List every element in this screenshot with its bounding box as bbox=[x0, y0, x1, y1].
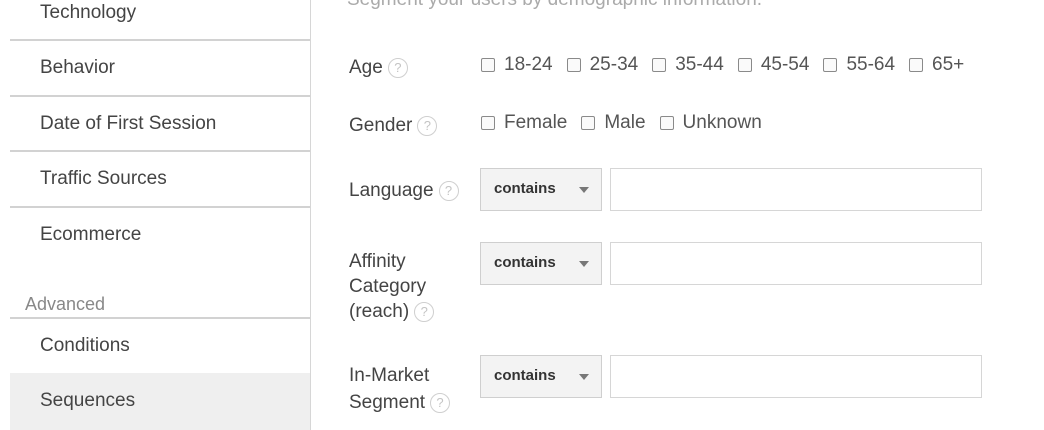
gender-option-unknown[interactable]: Unknown bbox=[659, 112, 762, 134]
gender-label-text: Gender bbox=[349, 115, 413, 136]
in-market-label-line1: In-Market bbox=[349, 365, 430, 386]
checkbox-label: 45-54 bbox=[760, 54, 810, 75]
help-icon[interactable]: ? bbox=[387, 57, 408, 78]
gender-label: Gender? bbox=[349, 113, 438, 138]
checkbox-label: 25-34 bbox=[589, 54, 639, 75]
sidebar-item-date-of-first-session[interactable]: Date of First Session bbox=[10, 113, 310, 135]
age-label: Age? bbox=[349, 55, 408, 80]
affinity-value-input[interactable] bbox=[610, 242, 982, 285]
checkbox[interactable] bbox=[737, 58, 752, 72]
sidebar-item-sequences[interactable]: Sequences bbox=[10, 390, 310, 412]
sidebar-item-traffic-sources[interactable]: Traffic Sources bbox=[10, 168, 310, 190]
select-value: contains bbox=[494, 180, 556, 197]
divider bbox=[10, 150, 310, 152]
chevron-down-icon bbox=[579, 374, 589, 380]
language-value-input[interactable] bbox=[610, 168, 982, 211]
section-label-advanced: Advanced bbox=[25, 294, 106, 314]
age-option-65-plus[interactable]: 65+ bbox=[909, 54, 964, 76]
help-icon[interactable]: ? bbox=[414, 301, 435, 322]
checkbox-label: 35-44 bbox=[675, 54, 724, 75]
checkbox-label: 18-24 bbox=[504, 54, 553, 75]
divider bbox=[10, 206, 310, 208]
checkbox-label: Unknown bbox=[682, 112, 762, 133]
age-label-text: Age bbox=[349, 57, 383, 78]
sidebar-item-conditions[interactable]: Conditions bbox=[10, 335, 310, 357]
sidebar-item-technology[interactable]: Technology bbox=[10, 2, 310, 24]
chevron-down-icon bbox=[579, 187, 589, 193]
checkbox[interactable] bbox=[481, 58, 495, 72]
affinity-category-label: Affinity Category (reach)? bbox=[349, 249, 435, 324]
affinity-label-line2: Category bbox=[349, 276, 427, 297]
gender-option-male[interactable]: Male bbox=[581, 112, 646, 134]
in-market-label-line2: Segment bbox=[349, 392, 426, 413]
help-icon[interactable]: ? bbox=[438, 180, 459, 201]
select-value: contains bbox=[494, 367, 556, 384]
help-icon[interactable]: ? bbox=[430, 392, 451, 413]
age-option-45-54[interactable]: 45-54 bbox=[737, 54, 810, 76]
affinity-operator-select[interactable]: contains bbox=[480, 242, 602, 285]
age-checkbox-group: 18-24 25-34 35-44 45-54 55-64 65+ bbox=[481, 54, 978, 76]
language-label-text: Language bbox=[349, 180, 434, 201]
checkbox-label: 65+ bbox=[932, 54, 965, 75]
sidebar: Technology Behavior Date of First Sessio… bbox=[0, 0, 311, 430]
select-value: contains bbox=[494, 254, 556, 271]
help-icon[interactable]: ? bbox=[417, 115, 438, 136]
age-option-55-64[interactable]: 55-64 bbox=[823, 54, 895, 76]
page-subtitle: Segment your users by demographic inform… bbox=[347, 0, 762, 11]
checkbox-label: 55-64 bbox=[846, 54, 896, 75]
age-option-25-34[interactable]: 25-34 bbox=[566, 54, 639, 76]
sidebar-divider bbox=[310, 0, 311, 430]
divider bbox=[10, 39, 310, 41]
checkbox[interactable] bbox=[566, 58, 581, 72]
checkbox[interactable] bbox=[659, 116, 674, 130]
gender-option-female[interactable]: Female bbox=[481, 112, 567, 134]
chevron-down-icon bbox=[579, 261, 589, 267]
checkbox[interactable] bbox=[581, 116, 596, 130]
checkbox-label: Male bbox=[604, 112, 646, 133]
divider bbox=[10, 317, 310, 319]
sidebar-item-behavior[interactable]: Behavior bbox=[10, 57, 310, 79]
affinity-label-line1: Affinity bbox=[349, 251, 406, 272]
age-option-18-24[interactable]: 18-24 bbox=[481, 54, 553, 76]
language-label: Language? bbox=[349, 178, 459, 203]
divider bbox=[10, 95, 310, 97]
in-market-operator-select[interactable]: contains bbox=[480, 355, 602, 398]
in-market-segment-label: In-Market Segment? bbox=[349, 362, 451, 416]
age-option-35-44[interactable]: 35-44 bbox=[652, 54, 724, 76]
sidebar-item-ecommerce[interactable]: Ecommerce bbox=[10, 224, 310, 246]
checkbox[interactable] bbox=[652, 58, 667, 72]
checkbox[interactable] bbox=[909, 58, 924, 72]
gender-checkbox-group: Female Male Unknown bbox=[481, 112, 776, 134]
in-market-value-input[interactable] bbox=[610, 355, 982, 398]
checkbox[interactable] bbox=[823, 58, 838, 72]
affinity-label-line3: (reach) bbox=[349, 301, 410, 322]
checkbox[interactable] bbox=[481, 116, 495, 130]
language-operator-select[interactable]: contains bbox=[480, 168, 602, 211]
checkbox-label: Female bbox=[504, 112, 568, 133]
